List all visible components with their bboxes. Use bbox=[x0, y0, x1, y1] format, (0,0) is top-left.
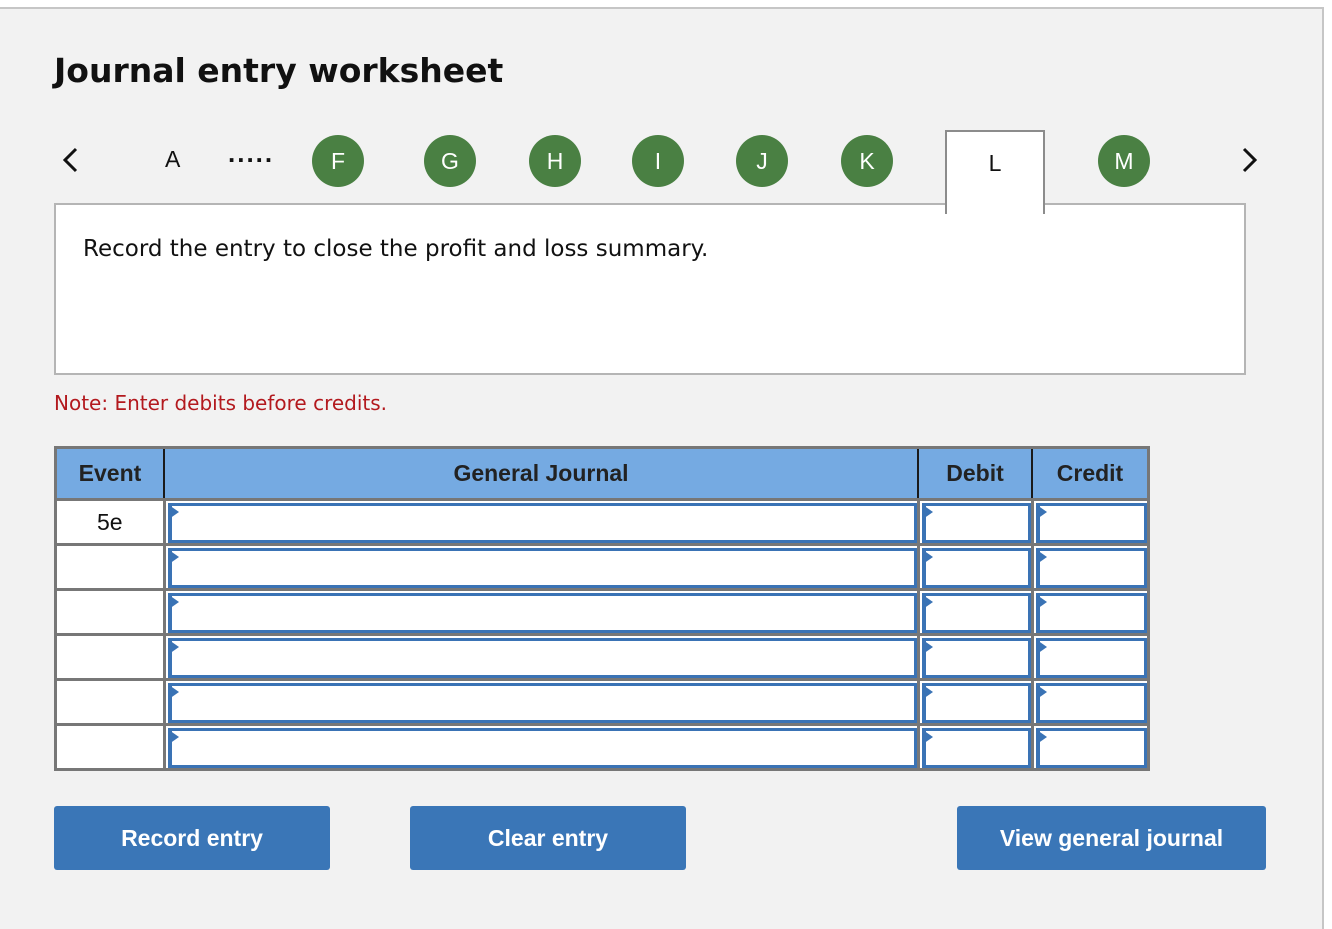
credit-cell bbox=[1030, 678, 1150, 726]
page-title: Journal entry worksheet bbox=[54, 51, 504, 90]
table-header-row: Event General Journal Debit Credit bbox=[54, 446, 1150, 501]
tab-ellipsis: ..... bbox=[228, 138, 275, 168]
account-dropdown[interactable] bbox=[167, 593, 917, 633]
debit-input[interactable] bbox=[921, 638, 1031, 678]
table-row bbox=[54, 633, 1150, 681]
tab-k[interactable]: K bbox=[841, 135, 893, 187]
account-cell bbox=[162, 678, 920, 726]
tab-l-label: L bbox=[988, 150, 1002, 176]
account-dropdown[interactable] bbox=[167, 683, 917, 723]
account-dropdown[interactable] bbox=[167, 638, 917, 678]
debit-input[interactable] bbox=[921, 593, 1031, 633]
event-cell bbox=[54, 723, 166, 771]
credit-cell bbox=[1030, 498, 1150, 546]
clear-entry-button[interactable]: Clear entry bbox=[410, 806, 686, 870]
debit-cell bbox=[916, 498, 1034, 546]
account-cell bbox=[162, 633, 920, 681]
event-cell bbox=[54, 588, 166, 636]
view-general-journal-button[interactable]: View general journal bbox=[957, 806, 1266, 870]
tab-i[interactable]: I bbox=[632, 135, 684, 187]
record-entry-button[interactable]: Record entry bbox=[54, 806, 330, 870]
table-row bbox=[54, 543, 1150, 591]
debit-cell bbox=[916, 543, 1034, 591]
tab-g[interactable]: G bbox=[424, 135, 476, 187]
credit-input[interactable] bbox=[1035, 593, 1147, 633]
header-event: Event bbox=[54, 446, 165, 501]
account-cell bbox=[162, 723, 920, 771]
tab-m[interactable]: M bbox=[1098, 135, 1150, 187]
header-credit: Credit bbox=[1031, 446, 1150, 501]
question-text: Record the entry to close the profit and… bbox=[83, 236, 709, 262]
tab-j[interactable]: J bbox=[736, 135, 788, 187]
debit-cell bbox=[916, 678, 1034, 726]
question-box: Record the entry to close the profit and… bbox=[54, 203, 1246, 375]
credit-input[interactable] bbox=[1035, 503, 1147, 543]
table-row: 5e bbox=[54, 498, 1150, 546]
credit-input[interactable] bbox=[1035, 683, 1147, 723]
header-debit: Debit bbox=[917, 446, 1033, 501]
tab-f[interactable]: F bbox=[312, 135, 364, 187]
prev-button[interactable] bbox=[56, 142, 86, 178]
event-cell: 5e bbox=[54, 498, 166, 546]
debit-cell bbox=[916, 588, 1034, 636]
header-general-journal: General Journal bbox=[163, 446, 919, 501]
tab-l-active[interactable]: L bbox=[945, 130, 1045, 214]
credit-input[interactable] bbox=[1035, 728, 1147, 768]
journal-table: Event General Journal Debit Credit 5e bbox=[54, 446, 1150, 771]
account-dropdown[interactable] bbox=[167, 728, 917, 768]
event-cell bbox=[54, 678, 166, 726]
tab-h[interactable]: H bbox=[529, 135, 581, 187]
credit-cell bbox=[1030, 633, 1150, 681]
debit-cell bbox=[916, 633, 1034, 681]
account-cell bbox=[162, 543, 920, 591]
next-button[interactable] bbox=[1234, 142, 1264, 178]
credit-cell bbox=[1030, 723, 1150, 771]
debit-input[interactable] bbox=[921, 683, 1031, 723]
table-row bbox=[54, 678, 1150, 726]
account-dropdown[interactable] bbox=[167, 548, 917, 588]
debit-input[interactable] bbox=[921, 728, 1031, 768]
note-text: Note: Enter debits before credits. bbox=[54, 391, 388, 415]
credit-cell bbox=[1030, 588, 1150, 636]
event-cell bbox=[54, 543, 166, 591]
table-row bbox=[54, 588, 1150, 636]
account-dropdown[interactable] bbox=[167, 503, 917, 543]
table-row bbox=[54, 723, 1150, 771]
account-cell bbox=[162, 498, 920, 546]
credit-cell bbox=[1030, 543, 1150, 591]
worksheet-panel: Journal entry worksheet A ..... F G H I … bbox=[0, 7, 1324, 929]
credit-input[interactable] bbox=[1035, 548, 1147, 588]
debit-input[interactable] bbox=[921, 503, 1031, 543]
debit-input[interactable] bbox=[921, 548, 1031, 588]
account-cell bbox=[162, 588, 920, 636]
tab-a[interactable]: A bbox=[165, 146, 180, 173]
event-cell bbox=[54, 633, 166, 681]
entry-tabs: A ..... F G H I J K L M bbox=[0, 124, 1322, 214]
credit-input[interactable] bbox=[1035, 638, 1147, 678]
debit-cell bbox=[916, 723, 1034, 771]
chevron-left-icon bbox=[62, 147, 78, 173]
chevron-right-icon bbox=[1242, 147, 1258, 173]
